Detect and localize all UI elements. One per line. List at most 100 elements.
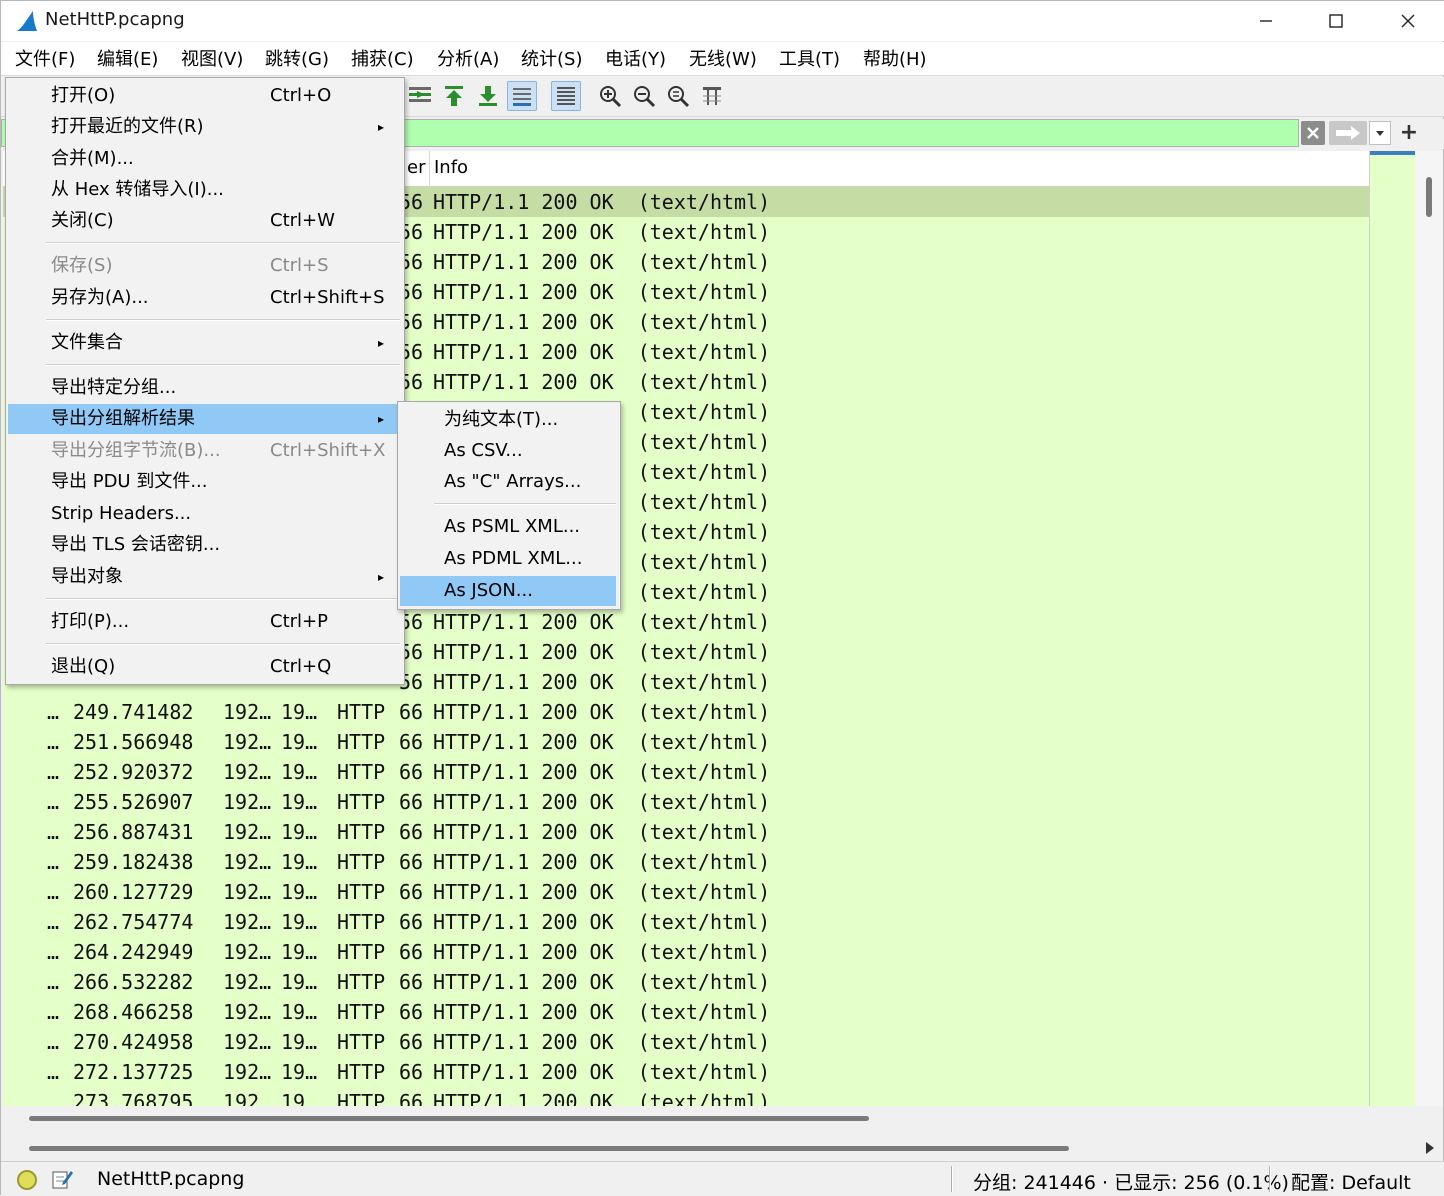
submenu-item-as-json[interactable]: As JSON... [400,576,616,606]
menu-item-shortcut: Ctrl+P [270,611,328,632]
cell-time: 256.887431 [73,820,194,844]
go-to-packet-icon[interactable] [405,81,435,111]
table-row[interactable]: … 249.741482 192… 19… HTTP 66 HTTP/1.1 200 OK … [3,697,1369,727]
menu-item-label: 为纯文本(T)... [444,409,559,430]
menu-item-close[interactable]: 关闭(C) Ctrl+W [8,206,402,236]
menu-item-export-packet-dissections[interactable]: 导出分组解析结果 ▸ [8,404,402,434]
table-row[interactable]: … 270.424958 192… 19… HTTP 66 HTTP/1.1 200 OK … [3,1027,1369,1057]
zoom-in-icon[interactable] [595,81,625,111]
menu-item-open-recent[interactable]: 打开最近的文件(R) ▸ [8,112,402,142]
menu-item-print[interactable]: 打印(P)... Ctrl+P [8,607,402,637]
title-bar[interactable]: NetHttP.pcapng [1,1,1444,41]
table-row[interactable]: … 262.754774 192… 19… HTTP 66 HTTP/1.1 200 OK … [3,907,1369,937]
cell-len: 66 [399,940,424,964]
menu-item-quit[interactable]: 退出(Q) Ctrl+Q [8,652,402,682]
vertical-scrollbar[interactable] [1415,151,1443,1106]
menu-edit[interactable]: 编辑(E) [95,46,160,74]
column-separator[interactable] [429,151,430,187]
resize-columns-icon[interactable] [697,81,727,111]
cell-dst: 19… [281,1000,318,1024]
first-packet-icon[interactable] [439,81,469,111]
cell-len: 66 [399,1090,424,1106]
menu-item-open[interactable]: 打开(O) Ctrl+O [8,81,402,111]
close-button[interactable] [1373,1,1443,41]
menu-item-label: Strip Headers... [51,503,192,524]
colorize-icon[interactable] [551,81,581,111]
horizontal-scroll-thumb[interactable] [29,1146,1069,1151]
menu-item-export-specified-packets[interactable]: 导出特定分组... [8,373,402,403]
auto-scroll-icon[interactable] [507,81,537,111]
status-divider [951,1166,953,1192]
detail-horizontal-scrollbar[interactable] [3,1136,1443,1160]
menu-file[interactable]: 文件(F) [13,46,77,74]
table-row[interactable]: … 256.887431 192… 19… HTTP 66 HTTP/1.1 200 OK … [3,817,1369,847]
cell-info: HTTP/1.1 200 OK (text/html) [433,1000,771,1024]
status-led-icon[interactable] [17,1170,37,1190]
cell-proto: HTTP [337,700,386,724]
menu-item-export-tls-session-keys[interactable]: 导出 TLS 会话密钥... [8,530,402,560]
submenu-item-as-csv[interactable]: As CSV... [400,436,616,466]
cell-info: HTTP/1.1 200 OK (text/html) [433,940,771,964]
menu-tools[interactable]: 工具(T) [777,46,842,74]
table-row[interactable]: … 272.137725 192… 19… HTTP 66 HTTP/1.1 200 OK … [3,1057,1369,1087]
menu-view[interactable]: 视图(V) [179,46,245,74]
last-packet-icon[interactable] [473,81,503,111]
scroll-right-arrow-icon[interactable] [1421,1140,1437,1156]
packet-list-horizontal-scrollbar[interactable] [3,1106,1413,1130]
table-row[interactable]: … 273.768795 192… 19… HTTP 66 HTTP/1.1 200 OK … [3,1087,1369,1106]
menu-help[interactable]: 帮助(H) [861,46,929,74]
cell-info: HTTP/1.1 200 OK (text/html) [433,760,771,784]
menu-item-label: As CSV... [444,440,523,461]
submenu-item-as-pdml-xml[interactable]: As PDML XML... [400,544,616,574]
column-header-info[interactable]: Info [434,157,468,178]
table-row[interactable]: … 251.566948 192… 19… HTTP 66 HTTP/1.1 200 OK … [3,727,1369,757]
menu-item-save[interactable]: 保存(S) Ctrl+S [8,251,402,281]
cell-dst: 19… [281,1060,318,1084]
menu-analyze[interactable]: 分析(A) [435,46,501,74]
menu-separator [434,503,616,505]
add-filter-button-icon[interactable]: + [1399,119,1419,147]
horizontal-scroll-thumb[interactable] [29,1116,869,1121]
clear-filter-icon[interactable] [1301,121,1325,145]
cell-dst: 19… [281,940,318,964]
menu-go[interactable]: 跳转(G) [263,46,331,74]
submenu-arrow-icon: ▸ [378,412,385,426]
chevron-down-icon[interactable] [1369,121,1391,145]
submenu-item-as-plain-text[interactable]: 为纯文本(T)... [400,405,616,435]
menu-item-import-hex-dump[interactable]: 从 Hex 转储导入(I)... [8,175,402,205]
submenu-item-as-psml-xml[interactable]: As PSML XML... [400,512,616,542]
menu-item-export-packet-bytes[interactable]: 导出分组字节流(B)... Ctrl+Shift+X [8,436,402,466]
status-profile[interactable]: 配置: Default [1291,1168,1411,1195]
vertical-scroll-thumb[interactable] [1426,177,1432,217]
cell-time: 249.741482 [73,700,194,724]
apply-filter-icon[interactable] [1329,121,1367,145]
menu-item-strip-headers[interactable]: Strip Headers... [8,499,402,529]
table-row[interactable]: … 255.526907 192… 19… HTTP 66 HTTP/1.1 200 OK … [3,787,1369,817]
table-row[interactable]: … 259.182438 192… 19… HTTP 66 HTTP/1.1 200 OK … [3,847,1369,877]
menu-item-save-as[interactable]: 另存为(A)... Ctrl+Shift+S [8,283,402,313]
menu-item-label: 关闭(C) [51,210,114,231]
table-row[interactable]: … 268.466258 192… 19… HTTP 66 HTTP/1.1 200 OK … [3,997,1369,1027]
edit-comment-icon[interactable] [51,1168,73,1190]
table-row[interactable]: … 252.920372 192… 19… HTTP 66 HTTP/1.1 200 OK … [3,757,1369,787]
table-row[interactable]: … 266.532282 192… 19… HTTP 66 HTTP/1.1 200 OK … [3,967,1369,997]
submenu-item-as-c-arrays[interactable]: As "C" Arrays... [400,467,616,497]
minimize-button[interactable] [1231,1,1301,41]
menu-wireless[interactable]: 无线(W) [687,46,759,74]
column-header-length[interactable]: er [407,157,425,178]
menu-item-merge[interactable]: 合并(M)... [8,144,402,174]
menu-telephony[interactable]: 电话(Y) [603,46,668,74]
maximize-button[interactable] [1301,1,1371,41]
normal-size-icon[interactable] [663,81,693,111]
menu-capture[interactable]: 捕获(C) [349,46,416,74]
menu-statistics[interactable]: 统计(S) [519,46,584,74]
cell-src: 192… [223,1090,272,1106]
table-row[interactable]: … 264.242949 192… 19… HTTP 66 HTTP/1.1 200 OK … [3,937,1369,967]
cell-src: 192… [223,970,272,994]
menu-item-export-objects[interactable]: 导出对象 ▸ [8,562,402,592]
packet-minimap[interactable] [1369,151,1416,1106]
menu-item-export-pdu[interactable]: 导出 PDU 到文件... [8,467,402,497]
zoom-out-icon[interactable] [629,81,659,111]
table-row[interactable]: … 260.127729 192… 19… HTTP 66 HTTP/1.1 200 OK … [3,877,1369,907]
menu-item-file-set[interactable]: 文件集合 ▸ [8,328,402,358]
